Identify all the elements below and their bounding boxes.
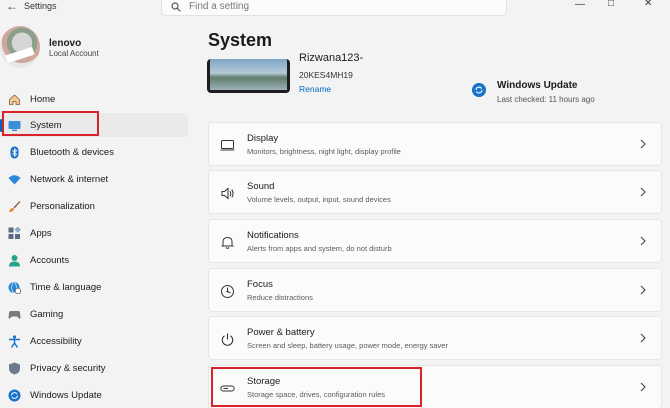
shield-icon (9, 362, 20, 375)
card-title: Sound (247, 181, 275, 192)
card-subtitle: Alerts from apps and system, do not dist… (247, 244, 392, 253)
display-icon (220, 140, 235, 151)
apps-icon (8, 227, 21, 239)
wifi-icon (8, 175, 21, 185)
sidebar-item-label: Windows Update (30, 390, 102, 401)
bluetooth-icon (10, 146, 19, 159)
card-title: Power & battery (247, 327, 315, 338)
home-icon (9, 94, 20, 105)
card-title: Display (247, 133, 279, 144)
card-subtitle: Volume levels, output, input, sound devi… (247, 195, 391, 204)
chevron-right-icon (640, 187, 646, 197)
card-power-battery[interactable]: Power & battery Screen and sleep, batter… (208, 316, 662, 360)
close-icon[interactable]: ✕ (644, 0, 652, 9)
gamepad-icon (8, 311, 21, 319)
update-icon (8, 389, 21, 402)
sidebar-item-gaming[interactable]: Gaming (0, 302, 188, 326)
avatar[interactable] (0, 26, 40, 68)
sidebar-item-time-language[interactable]: Time & language (0, 275, 188, 299)
focus-icon (221, 285, 234, 298)
sidebar-item-label: Home (30, 94, 56, 105)
card-sound[interactable]: Sound Volume levels, output, input, soun… (208, 170, 662, 214)
globe-clock-icon (8, 281, 21, 294)
accounts-icon (9, 255, 20, 267)
page-title: System (208, 30, 273, 50)
maximize-icon[interactable]: □ (608, 0, 614, 9)
sidebar-item-privacy[interactable]: Privacy & security (0, 356, 188, 380)
chevron-right-icon (640, 236, 646, 246)
sidebar-item-label: Time & language (30, 282, 102, 293)
sidebar-item-accessibility[interactable]: Accessibility (0, 329, 188, 353)
card-title: Storage (247, 376, 281, 387)
windows-update-icon (472, 83, 486, 97)
search-input[interactable]: Find a setting (161, 0, 507, 16)
brush-icon (9, 201, 21, 212)
sidebar-item-apps[interactable]: Apps (0, 221, 188, 245)
chevron-right-icon (640, 285, 646, 295)
windows-update-title[interactable]: Windows Update (497, 80, 577, 91)
card-subtitle: Reduce distractions (247, 293, 313, 302)
system-icon (8, 121, 21, 131)
account-type: Local Account (49, 49, 99, 58)
sidebar-item-label: Privacy & security (30, 363, 106, 374)
sidebar-item-label: Personalization (30, 201, 95, 212)
back-arrow-icon[interactable]: ← (6, 0, 18, 12)
sidebar-item-label: System (30, 120, 62, 131)
user-name: lenovo (49, 38, 82, 49)
windows-update-status: Last checked: 11 hours ago (497, 95, 595, 104)
sidebar-item-bluetooth[interactable]: Bluetooth & devices (0, 140, 188, 164)
sidebar-item-label: Apps (30, 228, 52, 239)
card-notifications[interactable]: Notifications Alerts from apps and syste… (208, 219, 662, 263)
selection-indicator (0, 119, 3, 132)
speaker-icon (221, 187, 234, 200)
bell-icon (221, 236, 234, 249)
sidebar-item-label: Accessibility (30, 336, 82, 347)
card-storage[interactable]: Storage Storage space, drives, configura… (208, 365, 662, 408)
sidebar-item-windows-update[interactable]: Windows Update (0, 383, 188, 407)
sidebar-item-label: Accounts (30, 255, 70, 266)
card-subtitle: Monitors, brightness, night light, displ… (247, 147, 401, 156)
card-title: Focus (247, 279, 273, 290)
minimize-icon[interactable]: — (575, 0, 585, 10)
device-model: 20KES4MH19 (299, 70, 353, 80)
accessibility-icon (9, 335, 20, 348)
rename-link[interactable]: Rename (299, 84, 331, 94)
search-icon (171, 2, 181, 12)
sidebar-item-label: Bluetooth & devices (30, 147, 114, 158)
sidebar-item-home[interactable]: Home (0, 87, 188, 111)
sidebar-item-label: Network & internet (30, 174, 109, 185)
chevron-right-icon (640, 139, 646, 149)
chevron-right-icon (640, 382, 646, 392)
search-placeholder: Find a setting (189, 1, 250, 12)
sidebar-item-system[interactable]: System (0, 113, 188, 137)
power-icon (221, 333, 234, 346)
card-subtitle: Screen and sleep, battery usage, power m… (247, 341, 448, 350)
app-title: Settings (24, 1, 57, 11)
sidebar-item-network[interactable]: Network & internet (0, 167, 188, 191)
sidebar-item-personalization[interactable]: Personalization (0, 194, 188, 218)
device-name: Rizwana123- (299, 52, 364, 64)
device-image (207, 59, 290, 93)
sidebar-item-label: Gaming (30, 309, 64, 320)
card-focus[interactable]: Focus Reduce distractions (208, 268, 662, 312)
storage-icon (220, 385, 235, 392)
chevron-right-icon (640, 333, 646, 343)
card-display[interactable]: Display Monitors, brightness, night ligh… (208, 122, 662, 166)
card-subtitle: Storage space, drives, configuration rul… (247, 390, 385, 399)
sidebar-item-accounts[interactable]: Accounts (0, 248, 188, 272)
card-title: Notifications (247, 230, 299, 241)
